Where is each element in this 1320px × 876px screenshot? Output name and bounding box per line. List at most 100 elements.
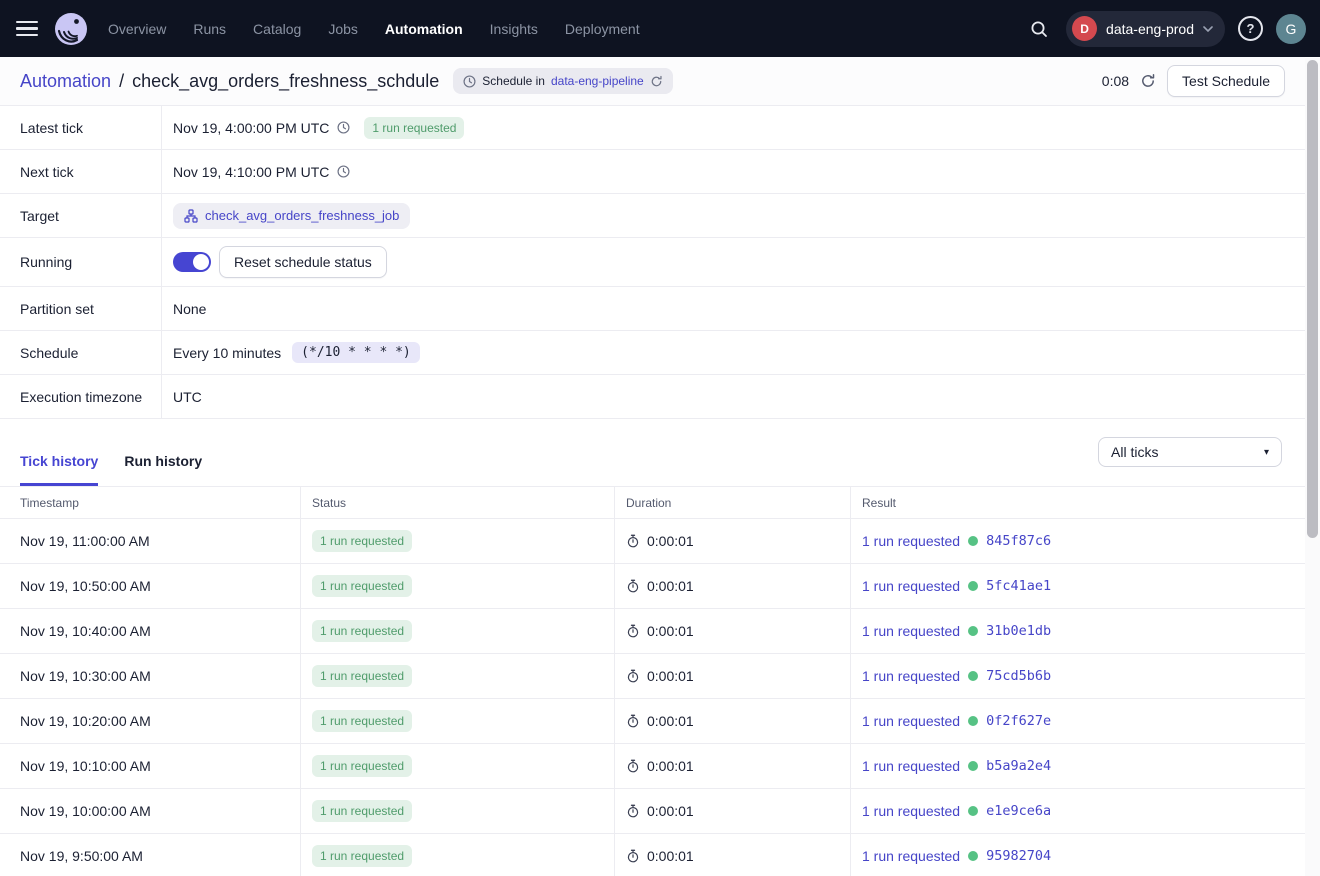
tick-duration: 0:00:01 [647,848,694,864]
deployment-switcher[interactable]: D data-eng-prod [1066,11,1225,47]
nav-item-overview[interactable]: Overview [108,21,166,37]
tick-status-cell: 1 run requested [300,789,614,833]
tick-filter-select[interactable]: All ticks ▾ [1098,437,1282,467]
run-status-dot [968,851,978,861]
tick-result-link[interactable]: 1 run requested [862,623,960,639]
tick-result-link[interactable]: 1 run requested [862,803,960,819]
help-icon[interactable]: ? [1238,16,1263,41]
latest-tick-label: Latest tick [0,106,162,149]
tick-duration-cell: 0:00:01 [614,744,850,788]
tick-row[interactable]: Nov 19, 9:50:00 AM 1 run requested 0:00:… [0,834,1305,876]
deployment-initial-badge: D [1072,16,1097,41]
test-schedule-button[interactable]: Test Schedule [1167,65,1285,97]
tick-row[interactable]: Nov 19, 10:50:00 AM 1 run requested 0:00… [0,564,1305,609]
tick-result-cell: 1 run requested 845f87c6 [850,519,1305,563]
tick-result-link[interactable]: 1 run requested [862,758,960,774]
tick-row[interactable]: Nov 19, 10:10:00 AM 1 run requested 0:00… [0,744,1305,789]
dagster-logo[interactable] [52,10,90,48]
tick-duration-cell: 0:00:01 [614,699,850,743]
reload-icon[interactable] [650,75,663,88]
tick-status-badge: 1 run requested [312,845,412,867]
tick-result-link[interactable]: 1 run requested [862,848,960,864]
detail-row-partition-set: Partition set None [0,287,1305,331]
tick-row[interactable]: Nov 19, 10:40:00 AM 1 run requested 0:00… [0,609,1305,654]
tick-timestamp-cell: Nov 19, 9:50:00 AM [0,834,300,876]
col-header-result: Result [850,487,1305,518]
tick-result-cell: 1 run requested 31b0e1db [850,609,1305,653]
search-icon[interactable] [1025,15,1053,43]
tick-row[interactable]: Nov 19, 10:20:00 AM 1 run requested 0:00… [0,699,1305,744]
run-id-link[interactable]: 31b0e1db [986,623,1051,639]
tick-timestamp: Nov 19, 10:30:00 AM [20,668,151,684]
tick-status-cell: 1 run requested [300,699,614,743]
running-toggle[interactable] [173,252,211,272]
avatar[interactable]: G [1276,14,1306,44]
run-id-link[interactable]: e1e9ce6a [986,803,1051,819]
tab-run-history[interactable]: Run history [124,453,202,486]
page-content: Automation / check_avg_orders_freshness_… [0,57,1305,876]
vertical-scrollbar[interactable] [1305,58,1320,876]
run-id-link[interactable]: 75cd5b6b [986,668,1051,684]
tick-result-link[interactable]: 1 run requested [862,533,960,549]
stopwatch-icon [626,669,640,683]
tick-filter-value: All ticks [1111,444,1158,460]
tick-status-cell: 1 run requested [300,519,614,563]
nav-item-insights[interactable]: Insights [490,21,538,37]
code-location-link[interactable]: data-eng-pipeline [551,74,644,88]
nav-links: Overview Runs Catalog Jobs Automation In… [108,21,640,37]
nav-item-jobs[interactable]: Jobs [328,21,358,37]
tick-row[interactable]: Nov 19, 11:00:00 AM 1 run requested 0:00… [0,519,1305,564]
nav-item-deployment[interactable]: Deployment [565,21,640,37]
tick-row[interactable]: Nov 19, 10:00:00 AM 1 run requested 0:00… [0,789,1305,834]
chevron-down-icon [1203,26,1213,32]
tick-status-badge: 1 run requested [312,755,412,777]
run-status-dot [968,671,978,681]
tick-status-badge: 1 run requested [312,665,412,687]
refresh-icon[interactable] [1140,73,1156,89]
tick-timestamp: Nov 19, 10:00:00 AM [20,803,151,819]
schedule-type-label: Schedule in [482,74,545,88]
tab-tick-history[interactable]: Tick history [20,453,98,486]
reset-schedule-status-button[interactable]: Reset schedule status [219,246,387,278]
stopwatch-icon [626,624,640,638]
timezone-value: UTC [162,375,202,418]
run-id-link[interactable]: b5a9a2e4 [986,758,1051,774]
schedule-type-badge: Schedule in data-eng-pipeline [453,68,672,94]
scrollbar-thumb[interactable] [1307,60,1318,538]
tick-row[interactable]: Nov 19, 10:30:00 AM 1 run requested 0:00… [0,654,1305,699]
run-status-dot [968,626,978,636]
breadcrumb-automation-link[interactable]: Automation [20,71,111,92]
target-job-badge[interactable]: check_avg_orders_freshness_job [173,203,410,229]
schedule-details: Latest tick Nov 19, 4:00:00 PM UTC 1 run… [0,106,1305,419]
detail-row-timezone: Execution timezone UTC [0,375,1305,419]
nav-item-automation[interactable]: Automation [385,21,463,37]
tick-timestamp: Nov 19, 11:00:00 AM [20,533,150,549]
next-tick-value-cell: Nov 19, 4:10:00 PM UTC [162,150,350,193]
col-header-timestamp: Timestamp [0,487,300,518]
nav-item-runs[interactable]: Runs [193,21,226,37]
tick-status-cell: 1 run requested [300,654,614,698]
tick-status-badge: 1 run requested [312,710,412,732]
target-value-cell: check_avg_orders_freshness_job [162,194,410,237]
target-job-link[interactable]: check_avg_orders_freshness_job [205,208,399,223]
tick-duration-cell: 0:00:01 [614,519,850,563]
run-id-link[interactable]: 845f87c6 [986,533,1051,549]
run-id-link[interactable]: 5fc41ae1 [986,578,1051,594]
tick-result-link[interactable]: 1 run requested [862,713,960,729]
stopwatch-icon [626,579,640,593]
tick-status-badge: 1 run requested [312,530,412,552]
tick-result-link[interactable]: 1 run requested [862,668,960,684]
partition-set-label: Partition set [0,287,162,330]
tick-duration: 0:00:01 [647,623,694,639]
tick-timestamp-cell: Nov 19, 10:30:00 AM [0,654,300,698]
tick-result-link[interactable]: 1 run requested [862,578,960,594]
tick-status-badge: 1 run requested [312,575,412,597]
detail-row-running: Running Reset schedule status [0,238,1305,287]
clock-icon [463,75,476,88]
nav-item-catalog[interactable]: Catalog [253,21,301,37]
tick-duration-cell: 0:00:01 [614,609,850,653]
run-id-link[interactable]: 95982704 [986,848,1051,864]
tick-status-cell: 1 run requested [300,564,614,608]
run-id-link[interactable]: 0f2f627e [986,713,1051,729]
hamburger-menu-icon[interactable] [16,21,38,36]
